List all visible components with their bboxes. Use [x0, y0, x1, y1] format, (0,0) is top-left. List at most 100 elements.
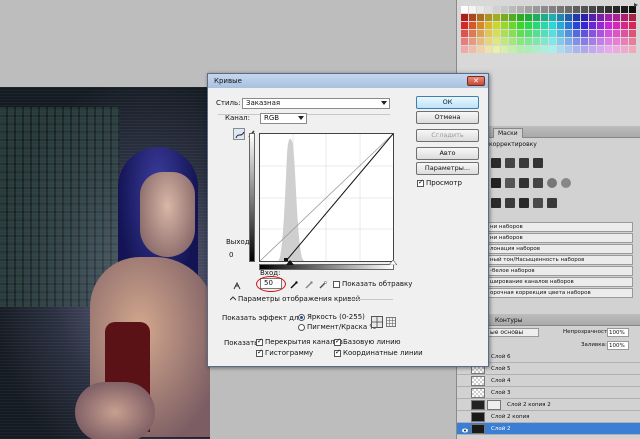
swatch[interactable]: [485, 22, 492, 29]
swatch[interactable]: [581, 22, 588, 29]
swatch[interactable]: [605, 22, 612, 29]
swatch[interactable]: [533, 14, 540, 21]
swatch[interactable]: [509, 30, 516, 37]
exposure-icon[interactable]: [533, 158, 543, 168]
swatch[interactable]: [589, 14, 596, 21]
swatch[interactable]: [477, 6, 484, 13]
swatch[interactable]: [485, 14, 492, 21]
swatch[interactable]: [557, 30, 564, 37]
swatch[interactable]: [525, 22, 532, 29]
swatch[interactable]: [461, 38, 468, 45]
histogram-checkbox[interactable]: [256, 348, 263, 357]
swatch[interactable]: [517, 46, 524, 53]
swatch[interactable]: [589, 22, 596, 29]
swatch[interactable]: [477, 22, 484, 29]
swatch[interactable]: [629, 30, 636, 37]
swatch[interactable]: [517, 30, 524, 37]
swatch[interactable]: [533, 22, 540, 29]
swatch[interactable]: [589, 46, 596, 53]
preset-row[interactable]: орочная коррекция цвета наборов: [487, 288, 633, 298]
layer-row[interactable]: Слой 4: [457, 375, 640, 387]
swatch[interactable]: [493, 14, 500, 21]
swatch[interactable]: [469, 38, 476, 45]
swatch[interactable]: [565, 14, 572, 21]
swatch[interactable]: [485, 38, 492, 45]
swatch[interactable]: [485, 46, 492, 53]
blend-mode-select[interactable]: ые основы: [487, 328, 539, 337]
black-white-icon[interactable]: [533, 178, 543, 188]
swatch[interactable]: [621, 22, 628, 29]
close-button[interactable]: ✕: [467, 76, 485, 86]
swatch[interactable]: [573, 46, 580, 53]
swatch[interactable]: [573, 6, 580, 13]
photo-filter-icon[interactable]: [547, 178, 557, 188]
swatch[interactable]: [565, 30, 572, 37]
swatch[interactable]: [525, 46, 532, 53]
style-select[interactable]: Заказная: [242, 98, 390, 109]
swatch[interactable]: [589, 38, 596, 45]
swatch[interactable]: [525, 30, 532, 37]
swatch[interactable]: [469, 22, 476, 29]
swatch[interactable]: [597, 14, 604, 21]
swatch[interactable]: [509, 6, 516, 13]
swatch[interactable]: [477, 14, 484, 21]
curves-icon[interactable]: [519, 158, 529, 168]
swatch[interactable]: [541, 46, 548, 53]
swatch[interactable]: [549, 22, 556, 29]
swatch[interactable]: [501, 22, 508, 29]
curve-point-tool[interactable]: [233, 128, 245, 140]
swatch[interactable]: [597, 46, 604, 53]
eye-icon[interactable]: [462, 426, 468, 433]
gray-eyedropper-icon[interactable]: [305, 281, 313, 289]
fill-input[interactable]: 100%: [607, 341, 629, 350]
white-eyedropper-icon[interactable]: [319, 281, 327, 289]
options-button[interactable]: Параметры...: [416, 162, 479, 175]
swatch[interactable]: [605, 30, 612, 37]
swatch[interactable]: [597, 38, 604, 45]
swatch[interactable]: [573, 38, 580, 45]
swatch[interactable]: [613, 22, 620, 29]
dialog-titlebar[interactable]: Кривые: [208, 74, 488, 88]
swatch[interactable]: [533, 46, 540, 53]
layer-row[interactable]: Слой 3: [457, 387, 640, 399]
swatch[interactable]: [493, 38, 500, 45]
preset-row[interactable]: лонация наборов: [487, 244, 633, 254]
swatch[interactable]: [485, 6, 492, 13]
cancel-button[interactable]: Отмена: [416, 111, 479, 124]
panel-collapse-icon[interactable]: [633, 2, 639, 8]
swatch[interactable]: [597, 30, 604, 37]
swatch[interactable]: [469, 46, 476, 53]
on-image-adjust-tool[interactable]: [232, 281, 242, 291]
swatch[interactable]: [509, 22, 516, 29]
swatch[interactable]: [477, 46, 484, 53]
swatch[interactable]: [485, 30, 492, 37]
swatch[interactable]: [613, 6, 620, 13]
swatch[interactable]: [525, 38, 532, 45]
swatch[interactable]: [461, 30, 468, 37]
swatch[interactable]: [605, 14, 612, 21]
swatch[interactable]: [541, 14, 548, 21]
swatch[interactable]: [557, 6, 564, 13]
swatch[interactable]: [533, 38, 540, 45]
ok-button[interactable]: ОК: [416, 96, 479, 109]
swatch[interactable]: [549, 6, 556, 13]
swatch[interactable]: [597, 6, 604, 13]
swatch[interactable]: [517, 22, 524, 29]
swatch[interactable]: [605, 46, 612, 53]
swatch[interactable]: [589, 6, 596, 13]
swatch[interactable]: [517, 14, 524, 21]
swatch[interactable]: [605, 6, 612, 13]
swatch[interactable]: [557, 22, 564, 29]
preset-row[interactable]: ширование каналов наборов: [487, 277, 633, 287]
gradient-map-icon[interactable]: [533, 198, 543, 208]
swatch[interactable]: [549, 14, 556, 21]
preset-row[interactable]: ни наборов: [487, 233, 633, 243]
swatch[interactable]: [509, 38, 516, 45]
layer-row[interactable]: Слой 2 копия 2: [457, 399, 640, 411]
swatch[interactable]: [501, 38, 508, 45]
swatch[interactable]: [525, 14, 532, 21]
swatch[interactable]: [629, 14, 636, 21]
swatch[interactable]: [509, 46, 516, 53]
preset-row[interactable]: -белое наборов: [487, 266, 633, 276]
swatch[interactable]: [621, 6, 628, 13]
